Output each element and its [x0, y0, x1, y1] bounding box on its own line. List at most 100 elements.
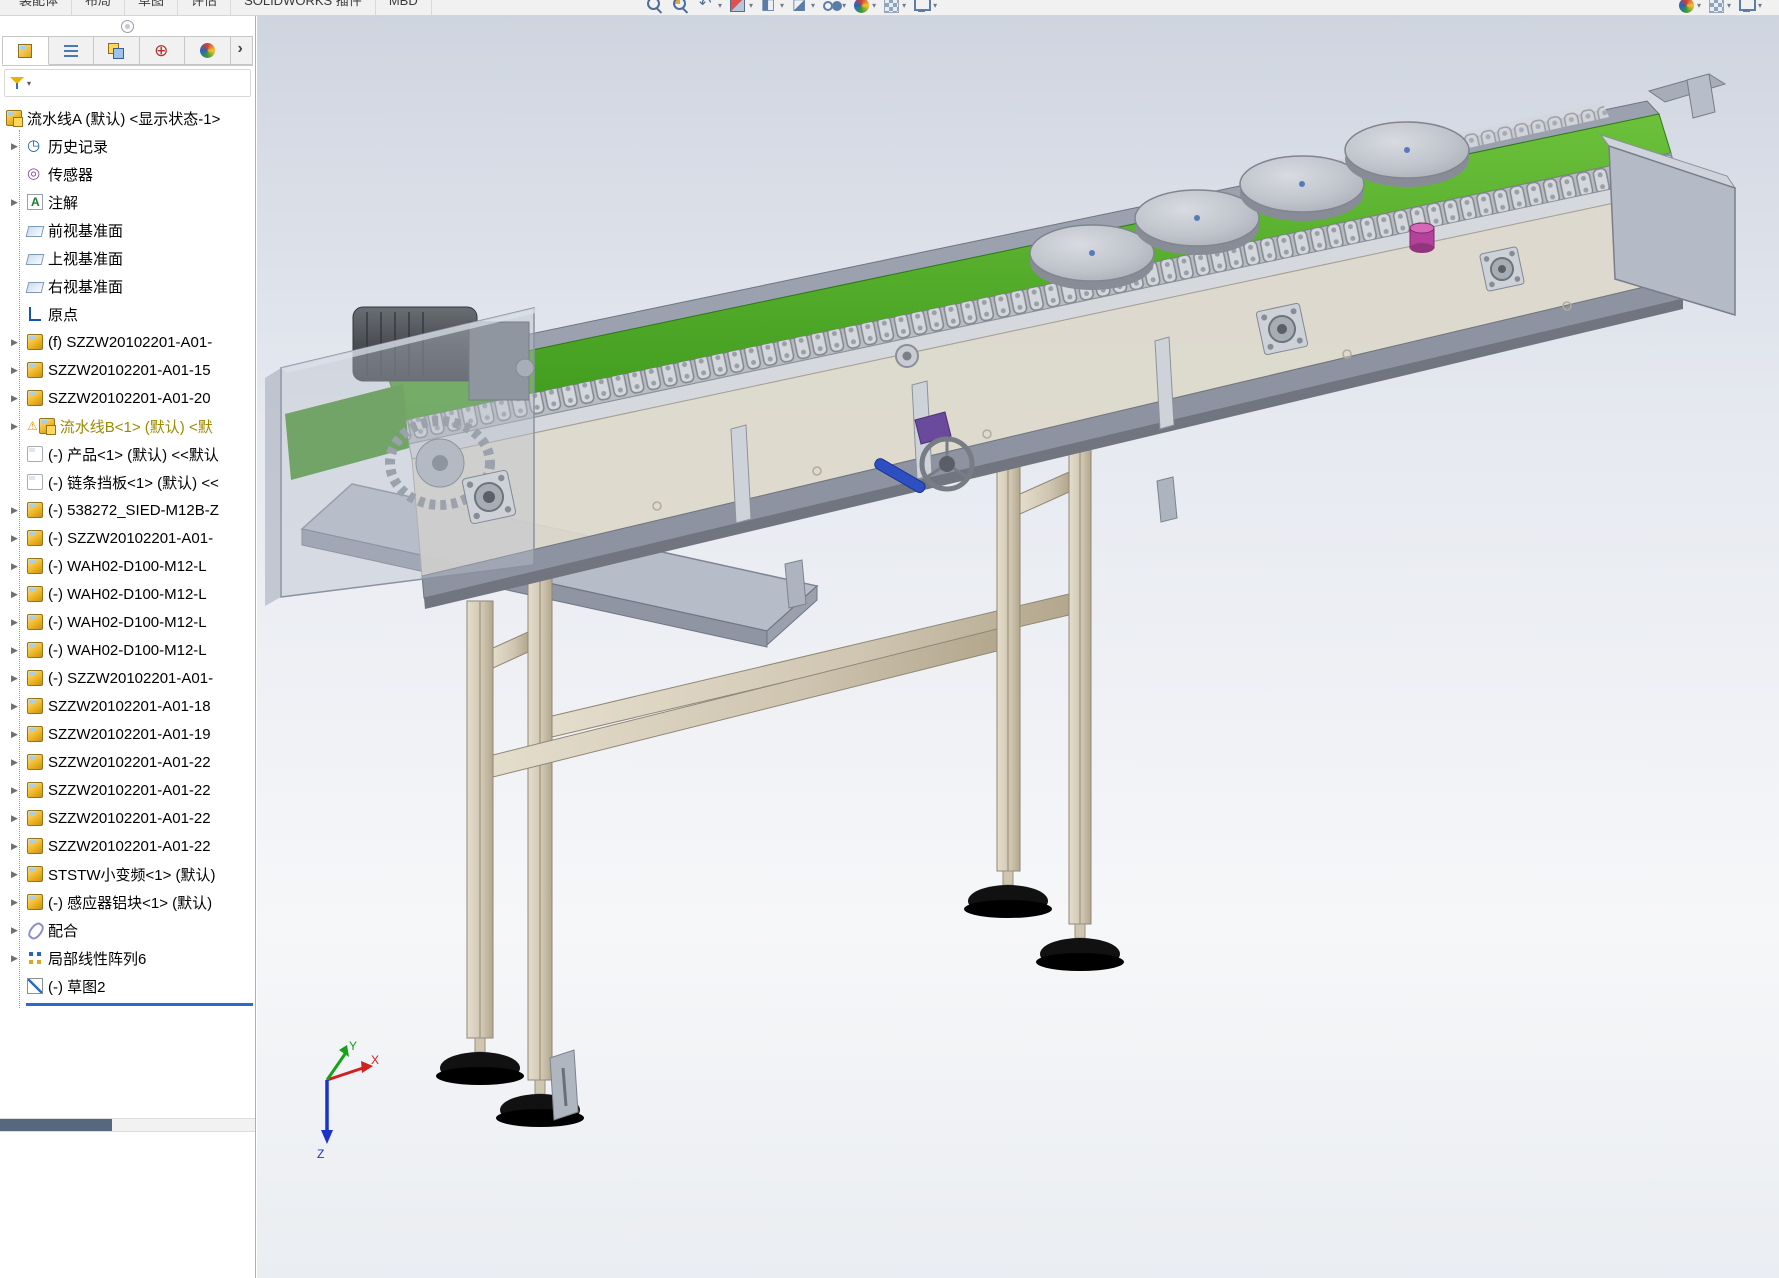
flange-bearing-2[interactable]	[1479, 246, 1524, 291]
tree-item[interactable]: ▶(-) 感应器铝块<1> (默认)	[0, 888, 255, 916]
tree-item[interactable]: (-) 链条挡板<1> (默认) <<	[0, 468, 255, 496]
dropdown-caret-icon[interactable]: ▾	[842, 1, 846, 10]
tree-item[interactable]: ▶局部线性阵列6	[0, 944, 255, 972]
view-orientation-button[interactable]: ▾	[756, 0, 787, 16]
section-view-button[interactable]: ▾	[725, 0, 756, 16]
previous-view-button[interactable]: ▾	[694, 0, 725, 16]
view-display-settings-button[interactable]: ▾	[909, 0, 940, 16]
view-display-settings-button[interactable]: ▾	[1734, 0, 1765, 16]
graphics-area[interactable]: X Y Z	[257, 16, 1779, 1278]
panel-tab-configurationmanager[interactable]	[94, 36, 140, 65]
leg-front-right[interactable]	[997, 459, 1020, 871]
expand-arrow[interactable]: ▶	[11, 421, 27, 432]
tree-item[interactable]: ▶SZZW20102201-A01-22	[0, 776, 255, 804]
sensor-fitting[interactable]	[896, 345, 918, 367]
dropdown-caret-icon[interactable]: ▾	[718, 1, 722, 10]
dropdown-caret-icon[interactable]: ▾	[749, 1, 753, 10]
panel-tab-featuremanager[interactable]	[2, 36, 49, 65]
foot-bracket[interactable]	[550, 1050, 578, 1120]
cross-beam-right-top[interactable]	[1020, 472, 1069, 514]
expand-arrow[interactable]: ▶	[11, 141, 27, 152]
tree-item[interactable]: ▶配合	[0, 916, 255, 944]
expand-arrow[interactable]: ▶	[11, 393, 27, 404]
apply-scene-button[interactable]: ▾	[879, 0, 909, 16]
tree-item[interactable]: ▶SZZW20102201-A01-22	[0, 804, 255, 832]
apply-scene-button[interactable]: ▾	[1704, 0, 1734, 16]
expand-arrow[interactable]: ▶	[11, 645, 27, 656]
tree-item[interactable]: ▶SZZW20102201-A01-19	[0, 720, 255, 748]
tree-horizontal-scrollbar[interactable]	[0, 1118, 255, 1132]
expand-arrow[interactable]: ▶	[11, 505, 27, 516]
tree-item[interactable]: ▶SZZW20102201-A01-22	[0, 748, 255, 776]
tree-item[interactable]: ▶注解	[0, 188, 255, 216]
expand-arrow[interactable]: ▶	[11, 869, 27, 880]
tree-item[interactable]: ▶(-) SZZW20102201-A01-	[0, 524, 255, 552]
tree-item[interactable]: (-) 产品<1> (默认) <<默认	[0, 440, 255, 468]
leg-back-right[interactable]	[1069, 436, 1091, 924]
edit-appearance-button[interactable]: ▾	[1674, 0, 1704, 16]
panel-tab-expand[interactable]	[231, 36, 253, 65]
expand-arrow[interactable]: ▶	[11, 673, 27, 684]
dropdown-caret-icon[interactable]: ▾	[872, 1, 876, 10]
zoom-fit-button[interactable]	[642, 0, 668, 16]
panel-tab-dimxpertmanager[interactable]	[140, 36, 186, 65]
command-tab-0[interactable]: 装配体	[6, 0, 72, 15]
suction-foot-front-right[interactable]	[964, 871, 1052, 918]
rollback-bar[interactable]	[26, 1003, 253, 1006]
expand-arrow[interactable]: ▶	[11, 617, 27, 628]
dropdown-caret-icon[interactable]: ▾	[780, 1, 784, 10]
expand-arrow[interactable]: ▶	[11, 785, 27, 796]
disc-2[interactable]	[1135, 190, 1259, 255]
expand-arrow[interactable]: ▶	[11, 197, 27, 208]
tree-item[interactable]: 前视基准面	[0, 216, 255, 244]
disc-1[interactable]	[1030, 225, 1154, 290]
expand-arrow[interactable]: ▶	[11, 953, 27, 964]
panel-tab-propertymanager[interactable]	[49, 36, 95, 65]
tree-item[interactable]: ▶(-) WAH02-D100-M12-L	[0, 608, 255, 636]
tree-item[interactable]: 原点	[0, 300, 255, 328]
dropdown-caret-icon[interactable]: ▾	[1727, 1, 1731, 10]
expand-arrow[interactable]: ▶	[11, 365, 27, 376]
tree-item[interactable]: ▶(-) SZZW20102201-A01-	[0, 664, 255, 692]
tree-item[interactable]: ▶历史记录	[0, 132, 255, 160]
scrollbar-thumb[interactable]	[0, 1119, 112, 1131]
tree-root-item[interactable]: 流水线A (默认) <显示状态-1>	[0, 104, 255, 132]
panel-tab-displaymanager[interactable]	[185, 36, 231, 65]
edit-appearance-button[interactable]: ▾	[849, 0, 879, 16]
tree-item[interactable]: ▶(-) WAH02-D100-M12-L	[0, 636, 255, 664]
tree-item[interactable]: 上视基准面	[0, 244, 255, 272]
conveyor-body[interactable]	[377, 101, 1683, 609]
leg-front-left[interactable]	[467, 601, 493, 1038]
tree-item[interactable]: 右视基准面	[0, 272, 255, 300]
tree-item[interactable]: ▶STSTW小变频<1> (默认)	[0, 860, 255, 888]
expand-arrow[interactable]: ▶	[11, 925, 27, 936]
expand-arrow[interactable]: ▶	[11, 813, 27, 824]
expand-arrow[interactable]: ▶	[11, 337, 27, 348]
tree-item[interactable]: ▶⚠流水线B<1> (默认) <默	[0, 412, 255, 440]
expand-arrow[interactable]: ▶	[11, 561, 27, 572]
dropdown-caret-icon[interactable]: ▾	[1758, 1, 1762, 10]
pink-knob[interactable]	[1410, 223, 1434, 253]
drive-guard-assembly[interactable]	[265, 307, 540, 606]
expand-arrow[interactable]: ▶	[11, 701, 27, 712]
panel-splitter-handle[interactable]	[121, 20, 134, 33]
tree-item[interactable]: ▶SZZW20102201-A01-20	[0, 384, 255, 412]
flange-bearing-drive[interactable]	[462, 470, 517, 525]
expand-arrow[interactable]: ▶	[11, 897, 27, 908]
tree-item[interactable]: ▶SZZW20102201-A01-18	[0, 692, 255, 720]
dropdown-caret-icon[interactable]: ▾	[933, 1, 937, 10]
expand-arrow[interactable]: ▶	[11, 533, 27, 544]
disc-3[interactable]	[1240, 156, 1364, 221]
dropdown-caret-icon[interactable]: ▾	[1697, 1, 1701, 10]
command-tab-3[interactable]: 评估	[178, 0, 231, 15]
command-tab-1[interactable]: 布局	[72, 0, 125, 15]
expand-arrow[interactable]: ▶	[11, 729, 27, 740]
filter-field[interactable]: ▾	[4, 69, 251, 97]
disc-4[interactable]	[1345, 122, 1469, 187]
suction-foot-front-left[interactable]	[436, 1038, 524, 1085]
filter-caret-icon[interactable]: ▾	[27, 79, 31, 88]
tree-item[interactable]: ▶(-) 538272_SIED-M12B-Z	[0, 496, 255, 524]
display-style-button[interactable]: ▾	[787, 0, 818, 16]
expand-arrow[interactable]: ▶	[11, 589, 27, 600]
tree-item[interactable]: ▶SZZW20102201-A01-15	[0, 356, 255, 384]
